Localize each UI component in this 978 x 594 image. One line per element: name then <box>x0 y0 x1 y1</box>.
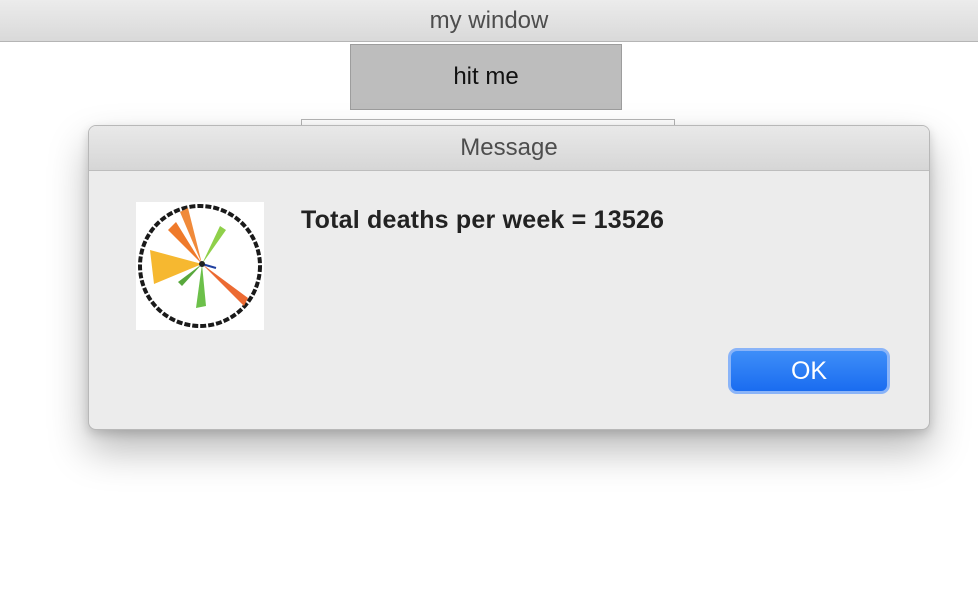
window-title: my window <box>429 6 549 34</box>
window-titlebar: my window <box>0 0 978 42</box>
hit-me-button[interactable]: hit me <box>350 44 622 110</box>
dialog-message: Total deaths per week = 13526 <box>301 206 665 234</box>
dialog-title: Message <box>460 134 558 161</box>
hit-me-button-label: hit me <box>453 63 519 90</box>
ok-button[interactable]: OK <box>728 348 890 394</box>
ok-button-label: OK <box>790 356 828 385</box>
message-dialog: Message Total deaths per week = 13526 OK <box>88 125 930 430</box>
pie-chart-icon <box>136 202 264 330</box>
dialog-titlebar: Message <box>89 126 929 171</box>
